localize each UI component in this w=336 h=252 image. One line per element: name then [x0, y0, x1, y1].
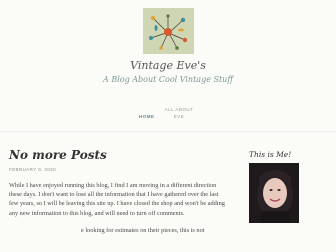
post-title[interactable]: No more Posts [9, 148, 107, 162]
profile-photo [249, 163, 299, 223]
post-body: While I have enjoyed running this blog, … [9, 181, 225, 243]
profile-portrait-image [249, 163, 299, 223]
nav-home-link[interactable]: HOME [139, 114, 155, 119]
nav-about-link[interactable]: ALL ABOUT EVE [164, 106, 194, 120]
site-logo[interactable] [143, 8, 194, 54]
site-tagline: A Blog About Cool Vintage Stuff [103, 75, 233, 84]
header-divider [0, 131, 336, 132]
sidebar-widget-title: This is Me! [249, 150, 292, 159]
atomic-starburst-icon [143, 8, 194, 54]
main-navigation: HOME ALL ABOUT EVE [0, 106, 336, 120]
post-paragraph: e looking for estimates on their pieces,… [81, 226, 205, 234]
site-title[interactable]: Vintage Eve's [0, 59, 336, 72]
post-date[interactable]: FEBRUARY 9, 2020 [9, 167, 56, 172]
post-paragraph: While I have enjoyed running this blog, … [9, 182, 225, 217]
